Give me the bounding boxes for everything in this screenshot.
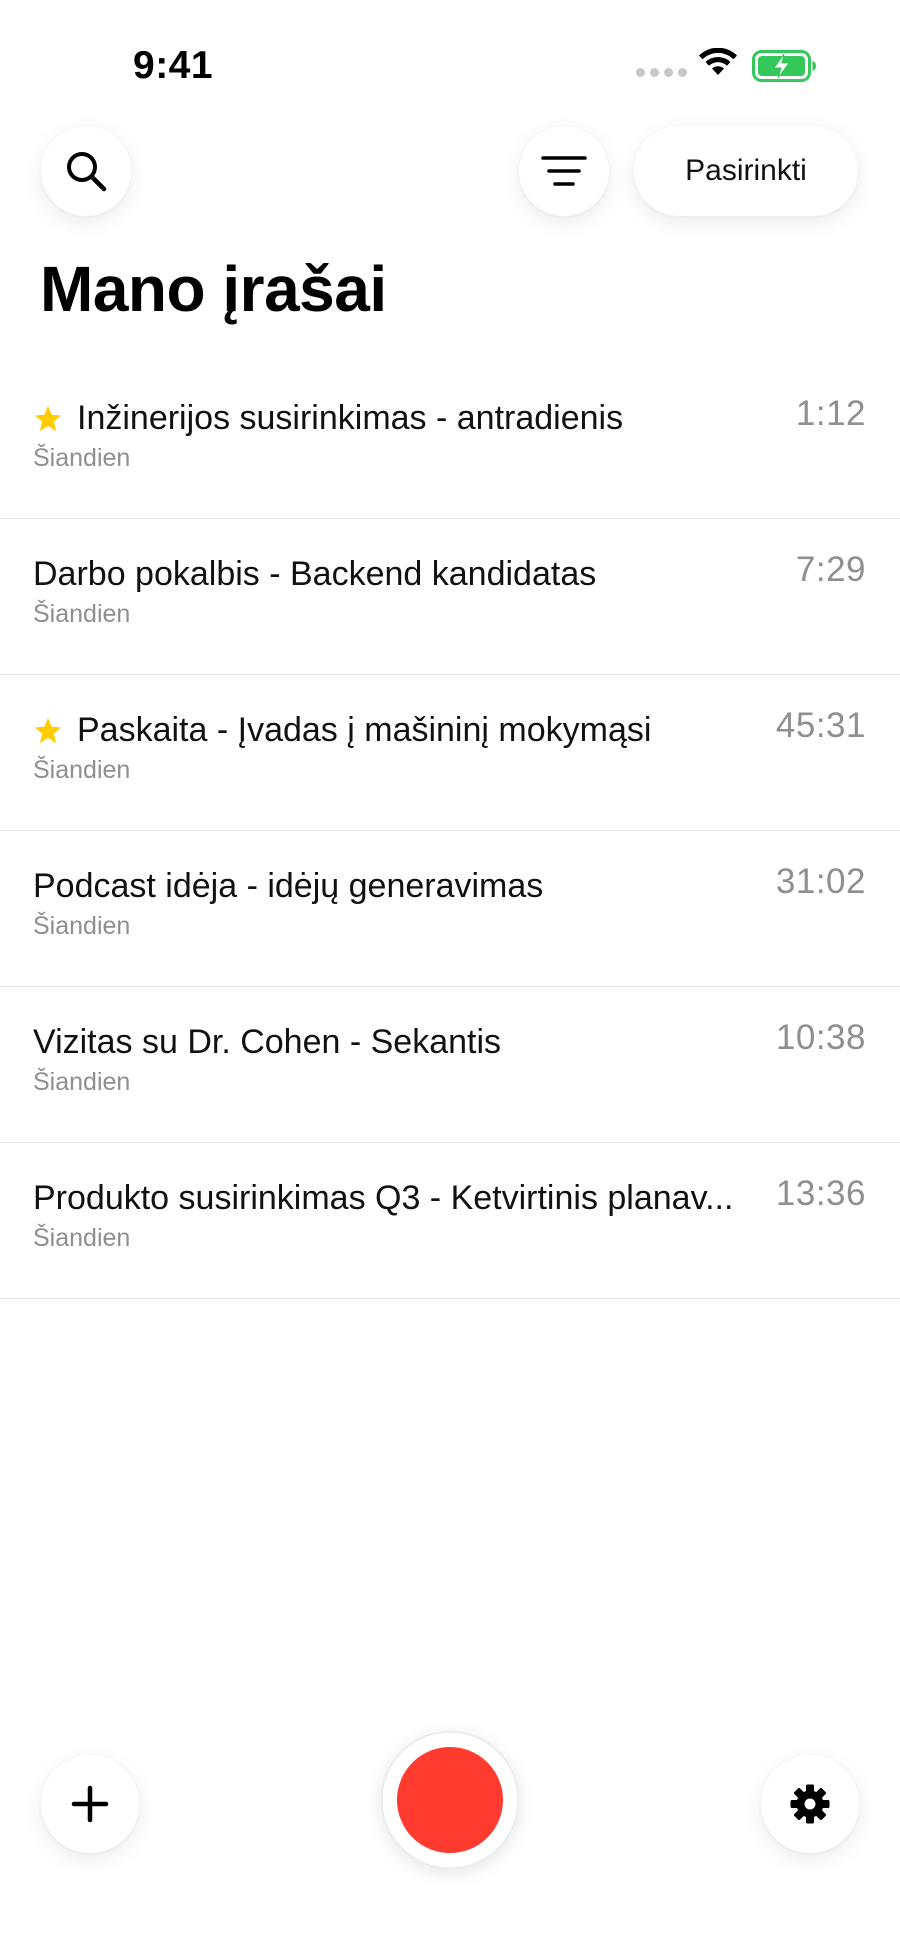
- recording-title: Inžinerijos susirinkimas - antradienis: [77, 399, 624, 437]
- list-item[interactable]: Vizitas su Dr. Cohen - Sekantis Šiandien…: [0, 987, 900, 1143]
- recording-title: Darbo pokalbis - Backend kandidatas: [33, 555, 597, 593]
- recording-date: Šiandien: [33, 756, 131, 784]
- recording-duration: 10:38: [775, 1018, 866, 1057]
- recording-date: Šiandien: [33, 1224, 131, 1252]
- add-button[interactable]: [41, 1755, 139, 1853]
- list-item[interactable]: Produkto susirinkimas Q3 - Ketvirtinis p…: [0, 1143, 900, 1299]
- recordings-list: Inžinerijos susirinkimas - antradienis Š…: [0, 363, 900, 1299]
- recording-date: Šiandien: [33, 912, 131, 940]
- list-item[interactable]: Darbo pokalbis - Backend kandidatas Šian…: [0, 519, 900, 675]
- recording-duration: 7:29: [795, 550, 866, 589]
- signal-dots-icon: [636, 68, 687, 77]
- search-icon: [67, 152, 107, 192]
- settings-button[interactable]: [761, 1755, 859, 1853]
- recording-date: Šiandien: [33, 600, 131, 628]
- status-icons: [636, 48, 822, 84]
- recording-duration: 31:02: [775, 862, 866, 901]
- gear-icon: [790, 1784, 830, 1824]
- wifi-icon: [699, 48, 737, 75]
- record-icon: [397, 1747, 503, 1853]
- page-title: Mano įrašai: [40, 253, 387, 325]
- star-icon: [34, 717, 62, 743]
- record-button[interactable]: [381, 1731, 519, 1869]
- recording-duration: 45:31: [775, 706, 866, 745]
- plus-icon: [71, 1785, 109, 1823]
- star-icon: [34, 405, 62, 431]
- recording-duration: 13:36: [775, 1174, 866, 1213]
- filter-button[interactable]: [519, 126, 609, 216]
- search-button[interactable]: [41, 126, 131, 216]
- filter-icon: [541, 156, 587, 186]
- battery-charging-icon: [752, 50, 816, 82]
- list-item[interactable]: Inžinerijos susirinkimas - antradienis Š…: [0, 363, 900, 519]
- recordings-screen: 9:41 Pasirinkti Mano įrašai Inžinerijos …: [0, 0, 900, 1950]
- select-button[interactable]: Pasirinkti: [634, 126, 858, 216]
- status-time: 9:41: [133, 44, 214, 87]
- list-item[interactable]: Paskaita - Įvadas į mašininį mokymąsi Ši…: [0, 675, 900, 831]
- recording-title: Vizitas su Dr. Cohen - Sekantis: [33, 1023, 502, 1061]
- recording-title: Produkto susirinkimas Q3 - Ketvirtinis p…: [33, 1179, 734, 1217]
- recording-title: Paskaita - Įvadas į mašininį mokymąsi: [77, 711, 652, 749]
- recording-duration: 1:12: [795, 394, 866, 433]
- recording-date: Šiandien: [33, 444, 131, 472]
- list-item[interactable]: Podcast idėja - idėjų generavimas Šiandi…: [0, 831, 900, 987]
- recording-date: Šiandien: [33, 1068, 131, 1096]
- recording-title: Podcast idėja - idėjų generavimas: [33, 867, 544, 905]
